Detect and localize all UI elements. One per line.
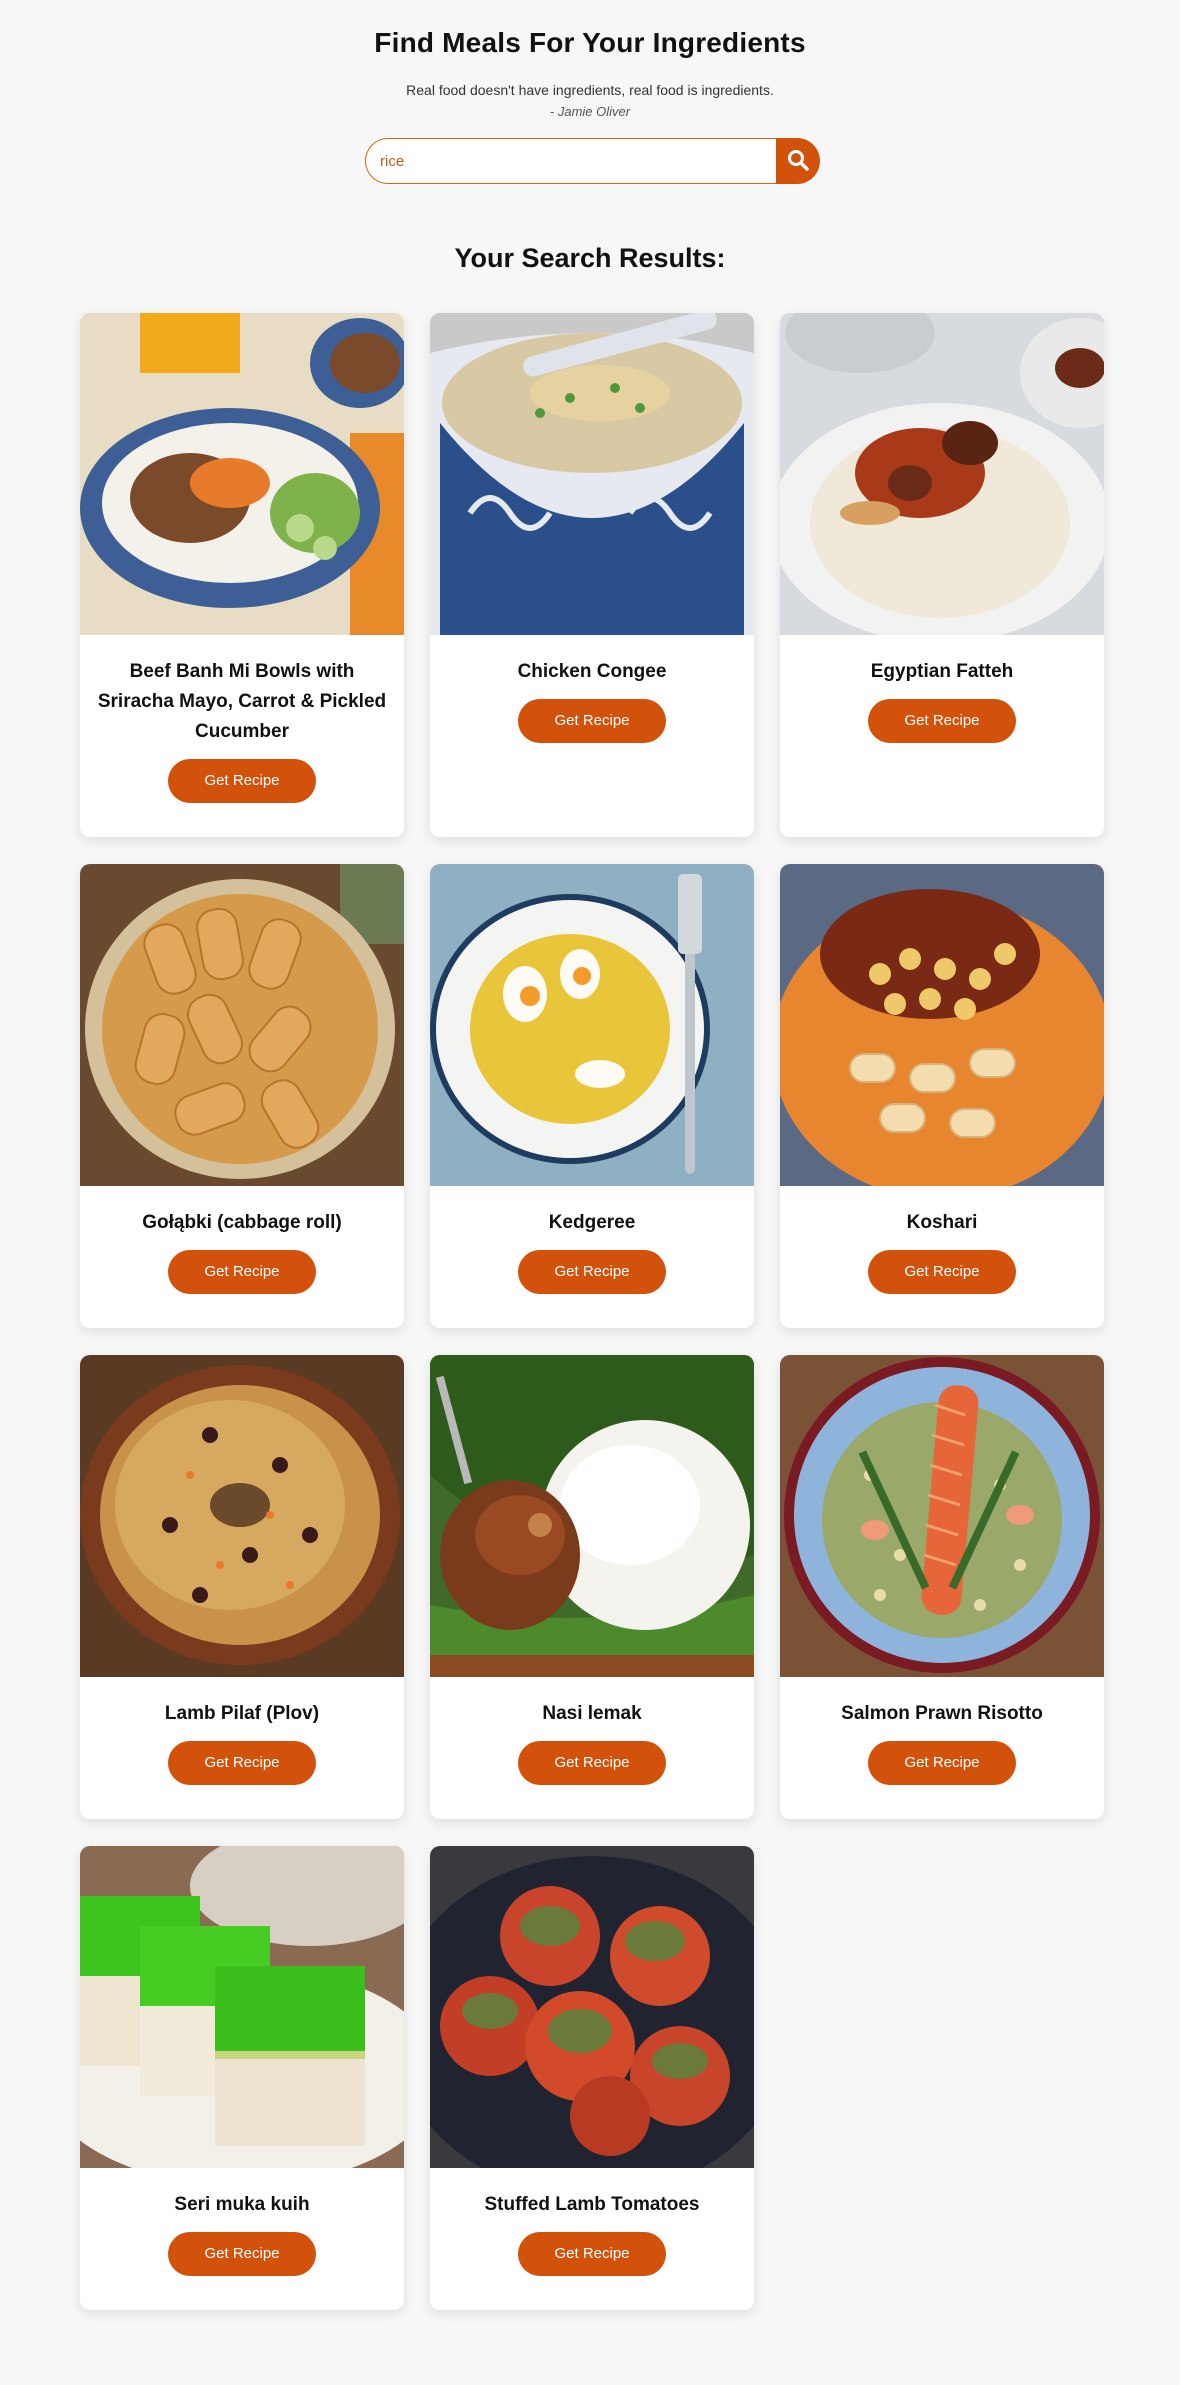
get-recipe-button[interactable]: Get Recipe — [168, 1250, 316, 1294]
recipe-image[interactable] — [80, 1846, 404, 2168]
recipe-card: Koshari Get Recipe — [780, 864, 1104, 1328]
recipe-card: Beef Banh Mi Bowls with Sriracha Mayo, C… — [80, 313, 404, 837]
get-recipe-button[interactable]: Get Recipe — [868, 699, 1016, 743]
quote-text: Real food doesn't have ingredients, real… — [406, 82, 774, 98]
recipe-image[interactable] — [80, 1355, 404, 1677]
get-recipe-button[interactable]: Get Recipe — [168, 759, 316, 803]
recipe-title: Lamb Pilaf (Plov) — [164, 1703, 320, 1724]
recipe-image[interactable] — [430, 1355, 754, 1677]
recipe-image[interactable] — [80, 313, 404, 635]
get-recipe-button[interactable]: Get Recipe — [518, 2232, 666, 2276]
recipe-title: Beef Banh Mi Bowls with Sriracha Mayo, C… — [97, 661, 387, 742]
search-button[interactable] — [776, 138, 820, 184]
get-recipe-button[interactable]: Get Recipe — [168, 2232, 316, 2276]
recipe-image[interactable] — [430, 1846, 754, 2168]
page-title: Find Meals For Your Ingredients — [374, 27, 806, 58]
get-recipe-button[interactable]: Get Recipe — [518, 699, 666, 743]
get-recipe-button[interactable]: Get Recipe — [168, 1741, 316, 1785]
get-recipe-button[interactable]: Get Recipe — [518, 1741, 666, 1785]
get-recipe-button[interactable]: Get Recipe — [868, 1741, 1016, 1785]
recipe-card: Chicken Congee Get Recipe — [430, 313, 754, 837]
recipe-card: Egyptian Fatteh Get Recipe — [780, 313, 1104, 837]
search-bar — [365, 138, 820, 184]
recipe-title: Stuffed Lamb Tomatoes — [484, 2194, 700, 2215]
recipe-title: Gołąbki (cabbage roll) — [142, 1212, 342, 1233]
recipe-title: Kedgeree — [548, 1212, 636, 1233]
recipe-card: Kedgeree Get Recipe — [430, 864, 754, 1328]
results-heading: Your Search Results: — [454, 243, 726, 273]
recipe-card: Lamb Pilaf (Plov) Get Recipe — [80, 1355, 404, 1819]
quote-author: - Jamie Oliver — [549, 104, 631, 119]
recipe-title: Egyptian Fatteh — [870, 661, 1014, 682]
get-recipe-button[interactable]: Get Recipe — [868, 1250, 1016, 1294]
recipe-image[interactable] — [430, 864, 754, 1186]
recipe-card: Salmon Prawn Risotto Get Recipe — [780, 1355, 1104, 1819]
recipe-card: Gołąbki (cabbage roll) Get Recipe — [80, 864, 404, 1328]
recipe-image[interactable] — [80, 864, 404, 1186]
recipe-image[interactable] — [780, 313, 1104, 635]
recipe-image[interactable] — [430, 313, 754, 635]
header: Find Meals For Your Ingredients Real foo… — [0, 0, 1180, 119]
search-icon — [786, 148, 810, 175]
recipe-card: Stuffed Lamb Tomatoes Get Recipe — [430, 1846, 754, 2310]
recipe-image[interactable] — [780, 1355, 1104, 1677]
recipe-title: Koshari — [906, 1212, 978, 1233]
recipe-title: Chicken Congee — [517, 661, 667, 682]
recipe-card: Seri muka kuih Get Recipe — [80, 1846, 404, 2310]
recipe-card: Nasi lemak Get Recipe — [430, 1355, 754, 1819]
search-input[interactable] — [365, 138, 776, 184]
get-recipe-button[interactable]: Get Recipe — [518, 1250, 666, 1294]
recipe-title: Seri muka kuih — [174, 2194, 310, 2215]
recipe-title: Nasi lemak — [542, 1703, 642, 1724]
recipe-image[interactable] — [780, 864, 1104, 1186]
recipe-title: Salmon Prawn Risotto — [841, 1703, 1043, 1724]
